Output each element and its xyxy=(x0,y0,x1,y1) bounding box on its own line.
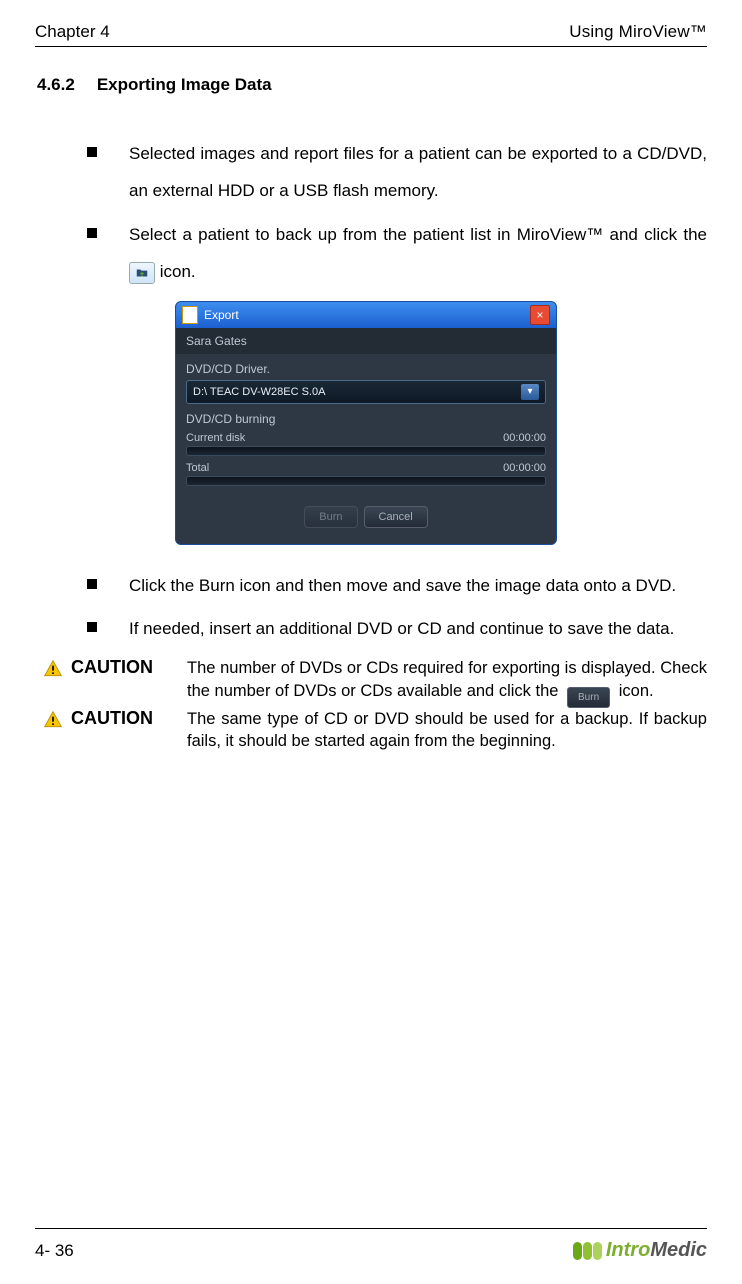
instruction-text-pre: Select a patient to back up from the pat… xyxy=(129,225,707,244)
burning-section-label: DVD/CD burning xyxy=(186,412,546,426)
caution-text-post: icon. xyxy=(619,682,654,700)
caution-text: The number of DVDs or CDs required for e… xyxy=(187,657,707,708)
current-progress-bar xyxy=(186,446,546,456)
close-icon[interactable]: × xyxy=(530,305,550,325)
logo-mark-icon xyxy=(573,1242,602,1260)
warning-icon xyxy=(43,659,63,679)
total-time: 00:00:00 xyxy=(503,462,546,474)
instruction-list: Selected images and report files for a p… xyxy=(87,135,707,291)
section-number: 4.6.2 xyxy=(37,75,75,95)
caution-label: CAUTION xyxy=(71,657,179,678)
instruction-item: Select a patient to back up from the pat… xyxy=(87,216,707,291)
export-folder-icon xyxy=(129,262,155,284)
dialog-titlebar: Export × xyxy=(176,302,556,328)
page-header: Chapter 4 Using MiroView™ xyxy=(35,22,707,47)
burn-chip-icon: Burn xyxy=(567,687,610,709)
dialog-title: Export xyxy=(204,308,239,322)
intromedic-logo: IntroMedic xyxy=(573,1239,707,1262)
total-progress-row: Total 00:00:00 xyxy=(186,462,546,474)
instruction-text-post: icon. xyxy=(160,262,196,281)
instruction-item: Click the Burn icon and then move and sa… xyxy=(87,567,707,604)
page-number: 4- 36 xyxy=(35,1241,74,1261)
current-disk-label: Current disk xyxy=(186,432,245,444)
chevron-down-icon: ▾ xyxy=(521,384,539,400)
current-disk-time: 00:00:00 xyxy=(503,432,546,444)
current-progress-row: Current disk 00:00:00 xyxy=(186,432,546,444)
total-label: Total xyxy=(186,462,209,474)
section-heading: 4.6.2 Exporting Image Data xyxy=(37,75,707,95)
chapter-label: Chapter 4 xyxy=(35,22,110,42)
driver-value: D:\ TEAC DV-W28EC S.0A xyxy=(193,386,325,398)
instruction-item: Selected images and report files for a p… xyxy=(87,135,707,210)
caution-row: CAUTION The same type of CD or DVD shoul… xyxy=(43,708,707,753)
driver-section-label: DVD/CD Driver. xyxy=(186,362,546,376)
instruction-list-2: Click the Burn icon and then move and sa… xyxy=(87,567,707,648)
document-icon xyxy=(182,306,198,324)
running-title: Using MiroView™ xyxy=(569,22,707,42)
total-progress-bar xyxy=(186,476,546,486)
cancel-button[interactable]: Cancel xyxy=(364,506,428,528)
instruction-item: If needed, insert an additional DVD or C… xyxy=(87,610,707,647)
page-footer: 4- 36 IntroMedic xyxy=(35,1228,707,1262)
caution-text: The same type of CD or DVD should be use… xyxy=(187,708,707,753)
export-dialog: Export × Sara Gates DVD/CD Driver. D:\ T… xyxy=(175,301,557,545)
driver-select[interactable]: D:\ TEAC DV-W28EC S.0A ▾ xyxy=(186,380,546,404)
burn-button[interactable]: Burn xyxy=(304,506,357,528)
caution-label: CAUTION xyxy=(71,708,179,729)
patient-name: Sara Gates xyxy=(176,328,556,354)
caution-row: CAUTION The number of DVDs or CDs requir… xyxy=(43,657,707,708)
warning-icon xyxy=(43,710,63,730)
section-title-text: Exporting Image Data xyxy=(97,75,272,95)
